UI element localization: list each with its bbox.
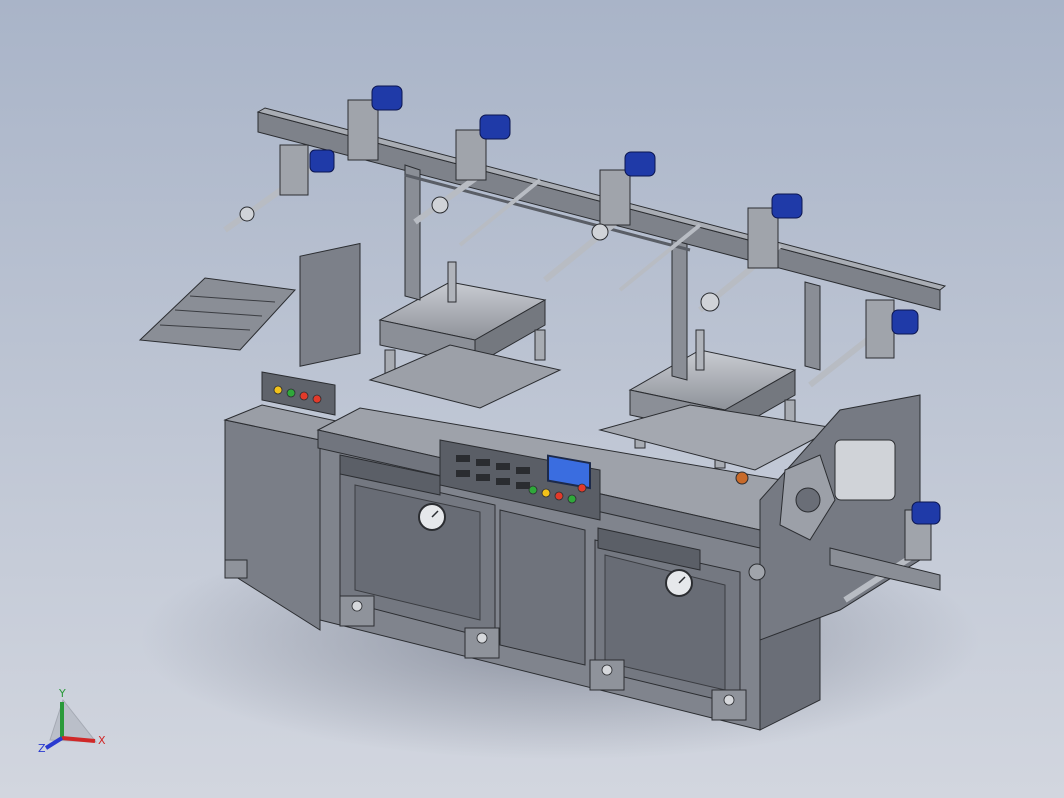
- servo-motor-4[interactable]: [771, 193, 803, 219]
- die-cut-station-1[interactable]: [368, 261, 562, 409]
- unwind-shaft-4[interactable]: [698, 207, 782, 313]
- pressure-gauge-left: [418, 503, 446, 531]
- servo-motor-2[interactable]: [479, 114, 511, 140]
- z-axis-label: Z: [38, 742, 46, 755]
- x-axis-label: X: [98, 734, 106, 747]
- servo-motor-5[interactable]: [891, 309, 919, 335]
- die-cut-station-2[interactable]: [598, 329, 837, 471]
- graphics-viewport[interactable]: Y X Z: [0, 0, 1064, 798]
- infeed-table[interactable]: [138, 242, 361, 367]
- pressure-gauge-right: [665, 569, 693, 597]
- rewind-shaft-5[interactable]: [808, 299, 895, 388]
- coordinate-triad[interactable]: Y X Z: [38, 687, 106, 755]
- y-axis-label: Y: [58, 687, 66, 700]
- machine-3d-model[interactable]: Y X Z: [0, 0, 1064, 798]
- servo-motor-3[interactable]: [624, 151, 656, 177]
